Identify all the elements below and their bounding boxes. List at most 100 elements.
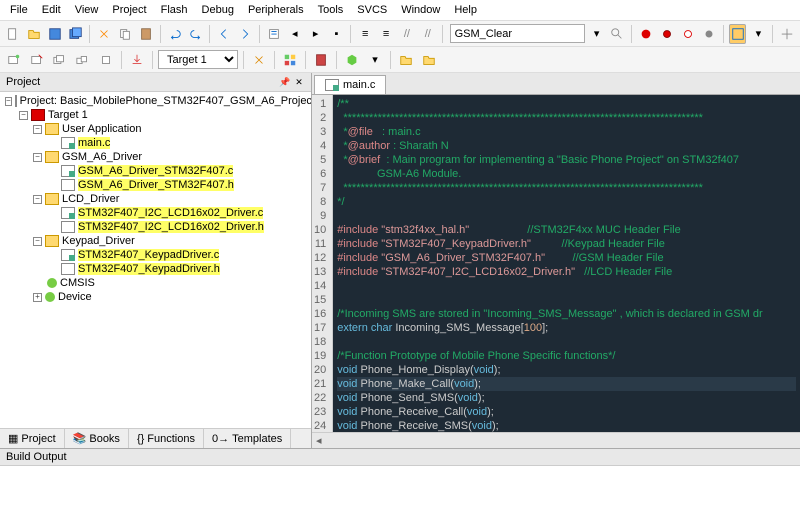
menu-view[interactable]: View (69, 2, 105, 18)
open-icon[interactable] (25, 24, 43, 44)
redo-icon[interactable] (187, 24, 205, 44)
menu-peripherals[interactable]: Peripherals (242, 2, 310, 18)
search-dropdown-icon[interactable]: ▾ (588, 24, 606, 44)
search-input[interactable] (450, 24, 585, 43)
tree-label[interactable]: STM32F407_I2C_LCD16x02_Driver.c (78, 207, 263, 219)
find-icon[interactable] (609, 24, 627, 44)
nav-back-icon[interactable] (215, 24, 233, 44)
tree-label[interactable]: GSM_A6_Driver_STM32F407.h (78, 179, 234, 191)
tree-icon (45, 235, 59, 247)
cut-icon[interactable] (95, 24, 113, 44)
tree-label[interactable]: Device (58, 291, 92, 303)
code-editor[interactable]: /** ************************************… (333, 95, 800, 432)
tree-label[interactable]: STM32F407_I2C_LCD16x02_Driver.h (78, 221, 264, 233)
tree-toggle[interactable]: − (5, 97, 12, 106)
menu-file[interactable]: File (4, 2, 34, 18)
window-icon[interactable] (729, 24, 747, 44)
indent-icon[interactable]: ≡ (356, 24, 374, 44)
disable-bp-icon[interactable] (679, 24, 697, 44)
tree-label[interactable]: STM32F407_KeypadDriver.h (78, 263, 220, 275)
folder2-icon[interactable] (419, 50, 439, 70)
menu-project[interactable]: Project (106, 2, 152, 18)
tab-icon: 📚 (73, 432, 87, 445)
comment-icon[interactable]: // (398, 24, 416, 44)
menu-edit[interactable]: Edit (36, 2, 67, 18)
undo-icon[interactable] (166, 24, 184, 44)
config-icon[interactable] (778, 24, 796, 44)
book-icon[interactable] (311, 50, 331, 70)
save-icon[interactable] (46, 24, 64, 44)
tree-icon (45, 292, 55, 302)
file-icon (325, 79, 339, 91)
tree-toggle[interactable]: − (33, 125, 42, 134)
folder-open-icon[interactable] (396, 50, 416, 70)
bookmark-next-icon[interactable]: ▸ (307, 24, 325, 44)
panel-pin-icon[interactable]: 📌 (279, 76, 291, 88)
build-output-body[interactable] (0, 466, 800, 506)
main-toolbar: ◂ ▸ ▪ ≡ ≡ // // ▾ ▾ (0, 21, 800, 47)
breakpoint-icon[interactable] (658, 24, 676, 44)
save-all-icon[interactable] (67, 24, 85, 44)
tree-label[interactable]: User Application (62, 123, 142, 135)
options-icon[interactable] (249, 50, 269, 70)
file-tab-main[interactable]: main.c (314, 75, 386, 94)
tab-icon: {} (137, 433, 144, 445)
project-panel: Project 📌✕ −Project: Basic_MobilePhone_S… (0, 73, 312, 448)
tree-toggle[interactable]: − (33, 237, 42, 246)
menu-bar: FileEditViewProjectFlashDebugPeripherals… (0, 0, 800, 21)
debug-icon[interactable] (637, 24, 655, 44)
copy-icon[interactable] (116, 24, 134, 44)
nav-fwd-icon[interactable] (236, 24, 254, 44)
tab-functions[interactable]: {}Functions (129, 429, 204, 448)
menu-svcs[interactable]: SVCS (351, 2, 393, 18)
tree-label[interactable]: main.c (78, 137, 110, 149)
menu-help[interactable]: Help (448, 2, 483, 18)
tree-icon (15, 95, 17, 107)
tab-icon: 0→ (212, 433, 229, 445)
tree-label[interactable]: Target 1 (48, 109, 88, 121)
build-icon[interactable] (27, 50, 47, 70)
manage-rtenv-icon[interactable] (280, 50, 300, 70)
tree-label[interactable]: STM32F407_KeypadDriver.c (78, 249, 219, 261)
stop-build-icon[interactable] (96, 50, 116, 70)
batch-build-icon[interactable] (73, 50, 93, 70)
pack-green-icon[interactable] (342, 50, 362, 70)
menu-tools[interactable]: Tools (312, 2, 350, 18)
panel-close-icon[interactable]: ✕ (293, 76, 305, 88)
tab-project[interactable]: ▦Project (0, 429, 65, 448)
download-icon[interactable] (127, 50, 147, 70)
bookmark-prev-icon[interactable]: ◂ (286, 24, 304, 44)
tree-label[interactable]: GSM_A6_Driver_STM32F407.c (78, 165, 233, 177)
target-select[interactable]: Target 1 (158, 50, 238, 69)
tree-label[interactable]: LCD_Driver (62, 193, 119, 205)
tree-toggle[interactable]: − (33, 153, 42, 162)
tab-icon: ▦ (8, 432, 18, 445)
bookmark-icon[interactable] (265, 24, 283, 44)
menu-window[interactable]: Window (395, 2, 446, 18)
bookmark-clear-icon[interactable]: ▪ (328, 24, 346, 44)
project-tree[interactable]: −Project: Basic_MobilePhone_STM32F407_GS… (0, 92, 311, 428)
pack-updn-icon[interactable]: ▾ (365, 50, 385, 70)
new-file-icon[interactable] (4, 24, 22, 44)
menu-debug[interactable]: Debug (196, 2, 240, 18)
tab-books[interactable]: 📚Books (65, 429, 129, 448)
tree-label[interactable]: Keypad_Driver (62, 235, 135, 247)
tab-templates[interactable]: 0→Templates (204, 429, 291, 448)
dropdown-icon[interactable]: ▾ (749, 24, 767, 44)
menu-flash[interactable]: Flash (155, 2, 194, 18)
tree-toggle[interactable]: − (33, 195, 42, 204)
paste-icon[interactable] (137, 24, 155, 44)
tree-label[interactable]: GSM_A6_Driver (62, 151, 142, 163)
tree-toggle[interactable]: − (19, 111, 28, 120)
tree-label[interactable]: Project: Basic_MobilePhone_STM32F407_GSM… (20, 95, 311, 107)
translate-icon[interactable] (4, 50, 24, 70)
rebuild-icon[interactable] (50, 50, 70, 70)
tree-toggle[interactable]: + (33, 293, 42, 302)
outdent-icon[interactable]: ≡ (377, 24, 395, 44)
kill-bp-icon[interactable] (700, 24, 718, 44)
tree-icon (31, 109, 45, 121)
tree-icon (45, 123, 59, 135)
tree-label[interactable]: CMSIS (60, 277, 95, 289)
uncomment-icon[interactable]: // (419, 24, 437, 44)
horizontal-scrollbar[interactable]: ◂ (312, 432, 800, 448)
